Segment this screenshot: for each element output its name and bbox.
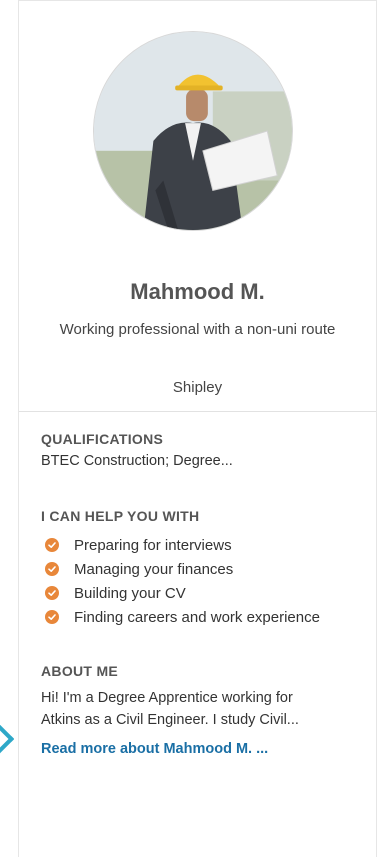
left-accent-shape — [0, 720, 14, 756]
about-heading: ABOUT ME — [41, 663, 119, 679]
check-icon — [45, 562, 59, 576]
divider — [19, 411, 376, 412]
profile-location: Shipley — [172, 379, 223, 396]
profile-tagline: Working professional with a non-uni rout… — [59, 321, 336, 338]
check-icon — [45, 610, 59, 624]
avatar — [93, 31, 293, 231]
help-item: Finding careers and work experience — [41, 605, 320, 629]
help-item-label: Finding careers and work experience — [74, 608, 320, 626]
help-item: Preparing for interviews — [41, 533, 320, 557]
help-item-label: Managing your finances — [74, 560, 234, 578]
about-text: Hi! I'm a Degree Apprentice working for … — [41, 687, 364, 731]
help-item-label: Preparing for interviews — [74, 536, 232, 554]
help-heading: I CAN HELP YOU WITH — [41, 508, 200, 524]
read-more-link[interactable]: Read more about Mahmood M. ... — [41, 741, 268, 757]
help-list: Preparing for interviews Managing your f… — [41, 533, 320, 629]
avatar-photo — [94, 32, 292, 230]
help-item: Managing your finances — [41, 557, 320, 581]
about-line: Atkins as a Civil Engineer. I study Civi… — [41, 712, 299, 728]
check-icon — [45, 538, 59, 552]
qualifications-heading: QUALIFICATIONS — [41, 431, 164, 447]
help-item: Building your CV — [41, 581, 320, 605]
about-line: Hi! I'm a Degree Apprentice working for — [41, 690, 293, 706]
profile-name: Mahmood M. — [130, 279, 265, 304]
help-item-label: Building your CV — [74, 584, 186, 602]
mentor-profile-card: Mahmood M. Working professional with a n… — [18, 0, 377, 857]
qualifications-text: BTEC Construction; Degree... — [41, 453, 233, 469]
check-icon — [45, 586, 59, 600]
